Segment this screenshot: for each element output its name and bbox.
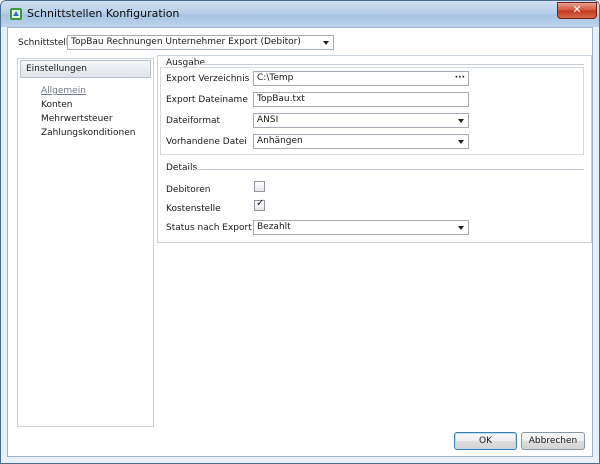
nav-item-mehrwertsteuer[interactable]: Mehrwertsteuer <box>41 114 113 124</box>
nav-header-einstellungen[interactable]: Einstellungen <box>20 60 151 78</box>
existing-file-select[interactable]: Anhängen <box>253 134 469 149</box>
export-name-label: Export Dateiname <box>166 95 248 105</box>
export-dir-field[interactable]: C:\Temp ··· <box>253 71 469 86</box>
kostenstelle-label: Kostenstelle <box>166 204 221 214</box>
cancel-button[interactable]: Abbrechen <box>521 432 585 450</box>
nav-item-allgemein[interactable]: Allgemein <box>41 86 86 96</box>
nav-item-zahlungskonditionen[interactable]: Zahlungskonditionen <box>41 128 136 138</box>
dialog-window: Schnittstellen Konfiguration ✕ Schnittst… <box>0 0 600 464</box>
chevron-down-icon <box>323 41 329 45</box>
schnittstelle-value: TopBau Rechnungen Unternehmer Export (De… <box>71 37 301 47</box>
group-divider <box>194 169 584 170</box>
close-button[interactable]: ✕ <box>557 2 597 19</box>
debitoren-label: Debitoren <box>166 185 211 195</box>
export-dir-label: Export Verzeichnis <box>166 74 250 84</box>
format-value: ANSI <box>257 115 279 125</box>
checkmark-icon: ✓ <box>256 198 265 209</box>
existing-file-value: Anhängen <box>257 136 303 146</box>
kostenstelle-checkbox[interactable]: ✓ <box>254 198 265 211</box>
app-icon <box>10 8 22 20</box>
format-label: Dateiformat <box>166 116 221 126</box>
chevron-down-icon <box>458 226 464 230</box>
browse-ellipsis-icon[interactable]: ··· <box>455 72 465 85</box>
title-bar[interactable]: Schnittstellen Konfiguration ✕ <box>1 1 599 27</box>
group-divider <box>196 64 584 65</box>
export-name-input[interactable]: TopBau.txt <box>253 92 469 107</box>
status-value: Bezahlt <box>257 222 291 232</box>
existing-file-label: Vorhandene Datei <box>166 137 247 147</box>
chevron-down-icon <box>458 119 464 123</box>
debitoren-checkbox[interactable] <box>254 181 265 192</box>
format-select[interactable]: ANSI <box>253 113 469 128</box>
status-label: Status nach Export <box>166 223 252 233</box>
group-header-details: Details <box>166 163 198 173</box>
export-dir-value: C:\Temp <box>257 73 294 83</box>
ok-button[interactable]: OK <box>454 432 517 450</box>
export-name-value: TopBau.txt <box>257 94 305 104</box>
schnittstelle-label: Schnittstelle <box>18 38 74 48</box>
status-select[interactable]: Bezahlt <box>253 220 469 235</box>
nav-item-konten[interactable]: Konten <box>41 100 72 110</box>
window-title: Schnittstellen Konfiguration <box>27 7 180 20</box>
schnittstelle-select[interactable]: TopBau Rechnungen Unternehmer Export (De… <box>67 35 334 50</box>
chevron-down-icon <box>458 140 464 144</box>
